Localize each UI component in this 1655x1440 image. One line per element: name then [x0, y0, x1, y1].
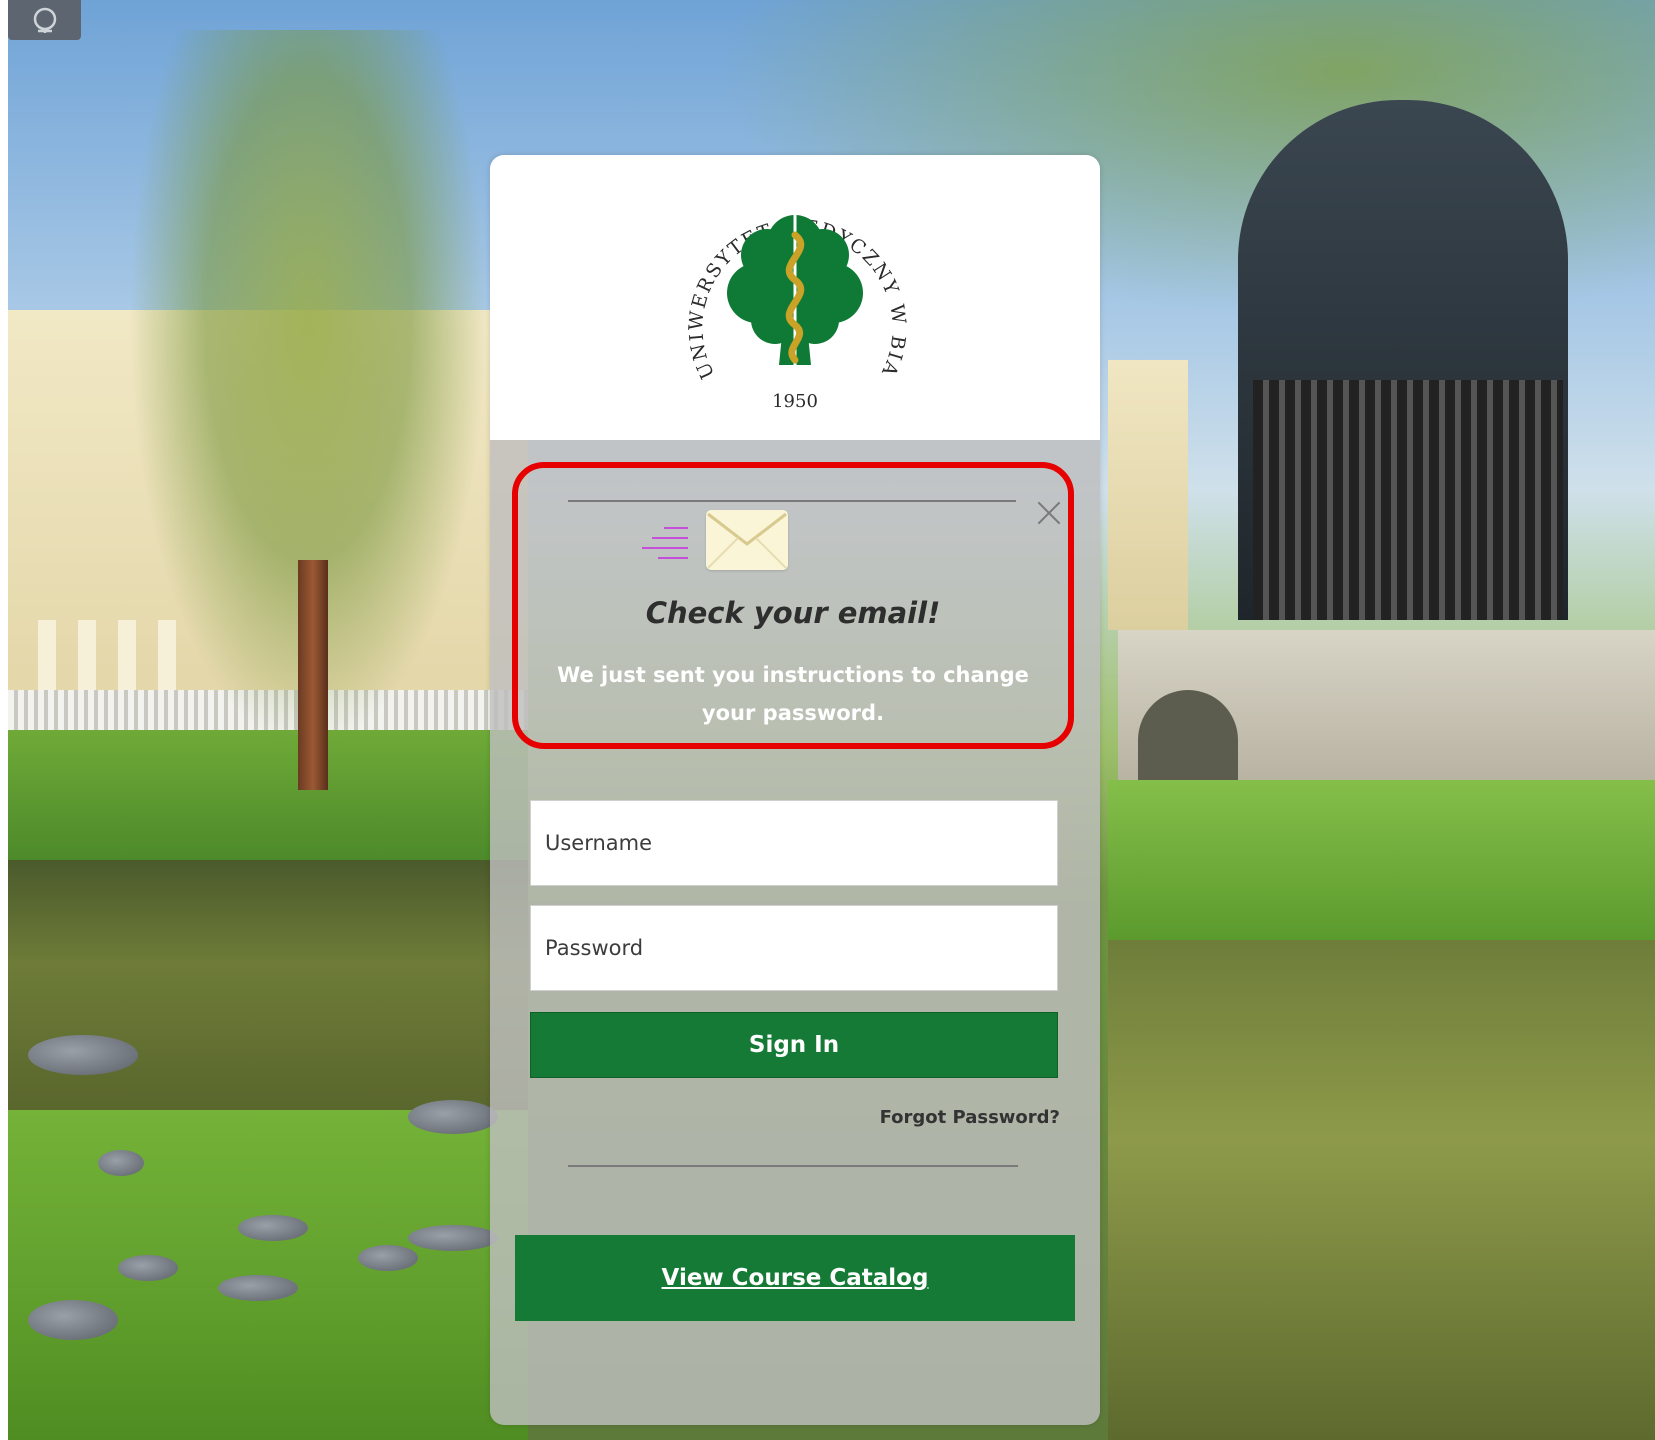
pigeon: [358, 1245, 418, 1271]
forgot-password-link[interactable]: Forgot Password?: [880, 1107, 1060, 1128]
alert-title: Check your email!: [645, 596, 941, 630]
pigeon: [98, 1150, 144, 1176]
left-edge-strip: [0, 0, 8, 1440]
sign-in-button[interactable]: Sign In: [530, 1012, 1058, 1078]
logo-year: 1950: [772, 391, 818, 412]
card-divider: [568, 1165, 1018, 1167]
username-input[interactable]: [530, 800, 1058, 886]
flying-pigeon: [408, 1100, 498, 1134]
duck: [28, 1300, 118, 1340]
envelope-icon: [706, 510, 788, 570]
globe-icon: [33, 7, 56, 33]
accessibility-toggle-button[interactable]: [8, 0, 81, 40]
login-card: UNIWERSYTET MEDYCZNY W BIAŁYMSTOKU 1950: [490, 155, 1100, 1425]
pigeon: [238, 1215, 308, 1241]
view-course-catalog-button[interactable]: View Course Catalog: [515, 1235, 1075, 1321]
password-input[interactable]: [530, 905, 1058, 991]
alert-message: We just sent you instructions to change …: [557, 663, 1029, 725]
close-icon[interactable]: [1034, 498, 1064, 528]
pond: [8, 860, 528, 1120]
pigeon: [118, 1255, 178, 1281]
pigeon: [218, 1275, 298, 1301]
university-logo: UNIWERSYTET MEDYCZNY W BIAŁYMSTOKU 1950: [675, 175, 908, 412]
pigeon: [408, 1225, 498, 1251]
alert-divider: [568, 500, 1016, 502]
motion-lines-icon: [642, 527, 688, 559]
flying-pigeon: [28, 1035, 138, 1075]
card-header: UNIWERSYTET MEDYCZNY W BIAŁYMSTOKU 1950: [490, 155, 1100, 440]
password-reset-alert: Check your email! We just sent you instr…: [512, 462, 1074, 749]
